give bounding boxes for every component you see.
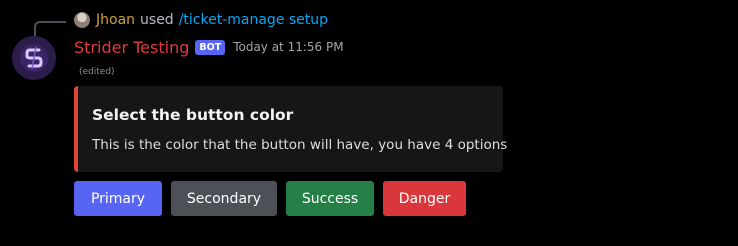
primary-button[interactable]: Primary [74, 181, 162, 216]
strider-logo-icon [20, 44, 48, 72]
message-timestamp: Today at 11:56 PM [233, 40, 344, 54]
reply-command[interactable]: /ticket-manage setup [179, 12, 328, 28]
edited-label: (edited) [79, 67, 115, 77]
embed-card: Select the button color This is the colo… [74, 86, 507, 172]
success-button[interactable]: Success [286, 181, 374, 216]
reply-connector-line [34, 21, 66, 37]
reply-user-avatar[interactable] [74, 12, 90, 28]
reply-username[interactable]: Jhoan [96, 12, 135, 28]
embed-description: This is the color that the button will h… [92, 137, 508, 153]
embed-title: Select the button color [92, 106, 294, 124]
bot-avatar[interactable] [12, 36, 56, 80]
bot-username[interactable]: Strider Testing [74, 38, 189, 57]
command-reply-header: Jhoan used /ticket-manage setup [74, 11, 328, 29]
bot-tag: BOT [195, 39, 226, 55]
danger-button[interactable]: Danger [383, 181, 466, 216]
reply-used-text: used [140, 12, 174, 28]
secondary-button[interactable]: Secondary [171, 181, 277, 216]
message-header: Strider Testing BOT Today at 11:56 PM [74, 36, 344, 58]
